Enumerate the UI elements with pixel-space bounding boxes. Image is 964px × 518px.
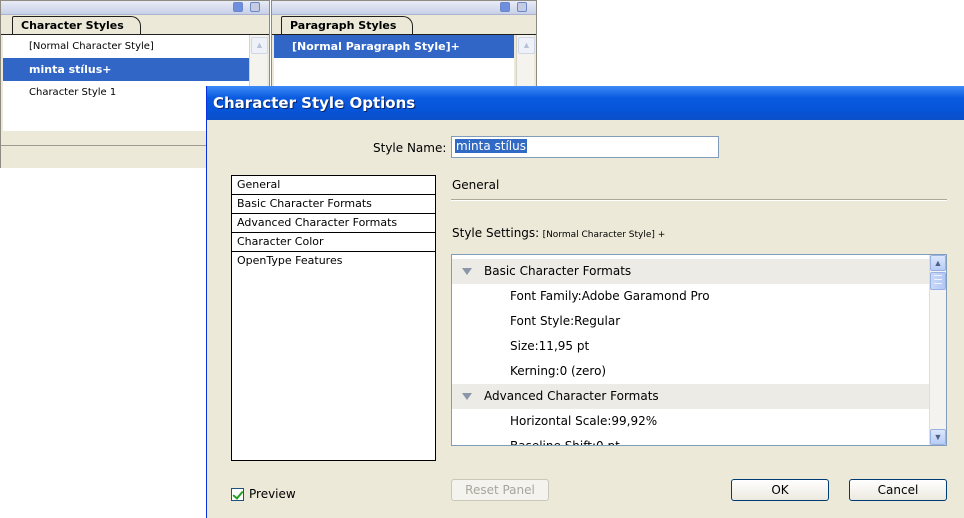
scroll-up-icon[interactable]: ▲	[251, 37, 268, 54]
preview-label[interactable]: Preview	[249, 487, 296, 501]
style-item[interactable]: [Normal Character Style]	[3, 35, 249, 58]
dialog-title[interactable]: Character Style Options	[207, 86, 964, 120]
collapse-triangle-icon[interactable]	[462, 393, 472, 400]
tree-group-label: Basic Character Formats	[484, 264, 632, 278]
tree-item: Baseline Shift:0 pt	[510, 439, 620, 446]
style-name-value: minta stílus	[455, 139, 527, 153]
ok-button[interactable]: OK	[731, 479, 829, 501]
tree-scrollbar[interactable]: ▲ ▼	[929, 255, 946, 445]
style-settings-value: [Normal Character Style] +	[542, 230, 666, 240]
style-name-input[interactable]: minta stílus	[451, 136, 719, 158]
collapse-triangle-icon[interactable]	[462, 268, 472, 275]
scroll-up-icon[interactable]: ▲	[930, 255, 946, 271]
tree-group-advanced-character-formats[interactable]: Advanced Character Formats	[452, 384, 929, 409]
character-style-options-dialog: Character Style Options Style Name: mint…	[206, 86, 964, 518]
tab-character-styles[interactable]: Character Styles	[12, 16, 141, 35]
paragraph-styles-panel: Paragraph Styles [Normal Paragraph Style…	[271, 0, 537, 87]
scroll-thumb[interactable]	[930, 272, 946, 290]
tree-group-label: Advanced Character Formats	[484, 389, 659, 403]
panel-titlebar[interactable]	[1, 1, 269, 15]
style-name-label: Style Name:	[373, 141, 447, 155]
tab-paragraph-styles[interactable]: Paragraph Styles	[281, 16, 414, 35]
category-item-character-color[interactable]: Character Color	[232, 233, 435, 252]
style-settings-tree: Basic Character Formats Font Family:Adob…	[451, 254, 947, 446]
category-item-opentype-features[interactable]: OpenType Features	[232, 252, 435, 270]
minimize-icon[interactable]	[233, 2, 243, 12]
close-icon[interactable]	[517, 2, 527, 12]
section-divider	[451, 199, 947, 201]
tree-item: Horizontal Scale:99,92%	[510, 414, 658, 428]
panel-scrollbar[interactable]: ▲	[516, 35, 535, 87]
scroll-up-icon[interactable]: ▲	[518, 37, 535, 54]
reset-panel-button[interactable]: Reset Panel	[451, 479, 549, 501]
style-item[interactable]: [Normal Paragraph Style]+	[274, 35, 514, 58]
style-settings-label: Style Settings:	[452, 226, 540, 240]
tree-group-basic-character-formats[interactable]: Basic Character Formats	[452, 259, 929, 284]
tree-item: Font Family:Adobe Garamond Pro	[510, 289, 710, 303]
minimize-icon[interactable]	[500, 2, 510, 12]
category-item-advanced-character-formats[interactable]: Advanced Character Formats	[232, 214, 435, 233]
category-item-general[interactable]: General	[232, 176, 435, 195]
style-settings-row: Style Settings: [Normal Character Style]…	[452, 226, 665, 240]
section-title: General	[452, 178, 500, 192]
cancel-button[interactable]: Cancel	[849, 479, 947, 501]
category-list: General Basic Character Formats Advanced…	[231, 175, 436, 461]
preview-checkbox[interactable]	[231, 488, 244, 501]
category-item-basic-character-formats[interactable]: Basic Character Formats	[232, 195, 435, 214]
panel-titlebar[interactable]	[272, 1, 536, 15]
style-item[interactable]: minta stílus+	[3, 58, 249, 81]
close-icon[interactable]	[250, 2, 260, 12]
tree-item: Font Style:Regular	[510, 314, 621, 328]
scroll-down-icon[interactable]: ▼	[930, 429, 946, 445]
paragraph-styles-list: [Normal Paragraph Style]+	[274, 35, 514, 87]
tree-item: Kerning:0 (zero)	[510, 364, 607, 378]
tree-item: Size:11,95 pt	[510, 339, 590, 353]
